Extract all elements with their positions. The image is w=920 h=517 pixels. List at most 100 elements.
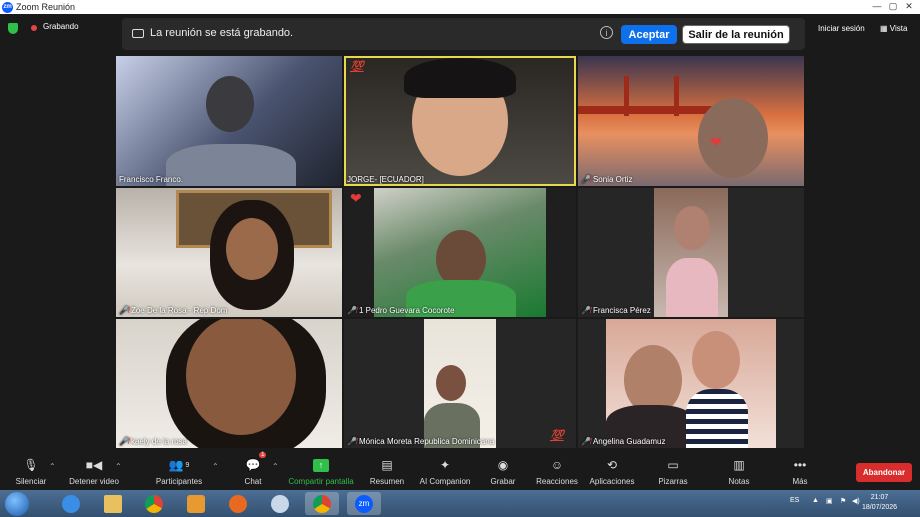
- audio-options-chevron-icon[interactable]: ⌃: [49, 462, 56, 471]
- taskbar-explorer-button[interactable]: [96, 492, 130, 515]
- windows-taskbar: zm ES ▲ ▣ ⚑ ◀) 21:07 18/07/2026: [0, 490, 920, 517]
- participant-name: Francisco Franco.: [119, 175, 184, 184]
- share-screen-label: Compartir pantalla: [288, 477, 354, 486]
- windows-start-icon[interactable]: [5, 492, 29, 516]
- video-options-chevron-icon[interactable]: ⌃: [115, 462, 122, 471]
- leave-meeting-button[interactable]: Salir de la reunión: [682, 25, 790, 44]
- participants-options-chevron-icon[interactable]: ⌃: [212, 462, 219, 471]
- security-shield-icon[interactable]: [8, 23, 18, 34]
- participants-button[interactable]: 👥 9 Participantes: [154, 456, 204, 490]
- chrome-icon: [145, 494, 163, 513]
- info-icon[interactable]: i: [600, 26, 613, 39]
- summary-button[interactable]: ▤ Resumen: [368, 456, 406, 490]
- participant-face: [226, 218, 278, 280]
- zoom-logo-icon: zm: [2, 1, 13, 13]
- video-tile-francisca-perez[interactable]: 🎤̸ Francisca Pérez: [578, 188, 804, 317]
- minimize-button[interactable]: —: [870, 0, 884, 12]
- chat-button[interactable]: 💬 1 Chat: [238, 452, 268, 490]
- mic-muted-icon: 🎤̸: [581, 306, 591, 315]
- accept-button[interactable]: Aceptar: [621, 25, 677, 44]
- video-tile-sonia-ortiz[interactable]: ❤ 🎤̸ Sonia Ortiz: [578, 56, 804, 186]
- participant-name: 🎤̸ Francisca Pérez: [581, 306, 651, 315]
- chat-badge: 1: [259, 452, 267, 458]
- whiteboard-icon: ▭: [667, 458, 679, 472]
- volume-icon[interactable]: ◀): [852, 497, 860, 505]
- video-tile-francisco-franco[interactable]: Francisco Franco.: [116, 56, 342, 186]
- apps-label: Aplicaciones: [589, 477, 635, 486]
- video-tile-kaely-de-la-rosa[interactable]: 🎤̸ kaely de la rosa: [116, 319, 342, 448]
- reactions-button[interactable]: ☺ Reacciones: [535, 456, 579, 490]
- sign-in-link[interactable]: Iniciar sesión: [818, 24, 865, 33]
- taskbar-ie-button[interactable]: [54, 492, 88, 515]
- share-screen-button[interactable]: ↑ Compartir pantalla: [288, 456, 354, 490]
- participant-name: JORGE- [ECUADOR]: [347, 175, 424, 184]
- mic-muted-icon: 🎤̸: [347, 437, 357, 446]
- recording-label: Grabando: [43, 22, 79, 31]
- ai-companion-button[interactable]: ✦ AI Companion: [419, 456, 471, 490]
- recording-banner: La reunión se está grabando. i Aceptar S…: [122, 18, 805, 50]
- video-tile-jorge[interactable]: 💯 JORGE- [ECUADOR]: [344, 56, 576, 186]
- chat-options-chevron-icon[interactable]: ⌃: [272, 462, 279, 471]
- taskbar-clock[interactable]: 21:07 18/07/2026: [862, 493, 897, 513]
- more-button[interactable]: ••• Más: [787, 456, 813, 490]
- tray-up-arrow-icon[interactable]: ▲: [812, 497, 819, 504]
- participants-label: Participantes: [155, 477, 203, 486]
- camera-icon: [132, 29, 144, 38]
- notes-button[interactable]: ▥ Notas: [726, 456, 752, 490]
- language-indicator[interactable]: ES: [790, 497, 799, 504]
- taskbar-media-button[interactable]: [179, 492, 213, 515]
- mic-muted-icon: 🎤̸: [119, 437, 129, 446]
- stop-video-label: Detener video: [69, 477, 119, 486]
- participant-name: 🎤̸ Angelina Guadamuz: [581, 437, 666, 446]
- taskbar-zoom-button[interactable]: zm: [347, 492, 381, 515]
- video-tile-monica-moreta[interactable]: 💯 🎤̸ Mónica Moreta Republica Dominicana: [344, 319, 576, 448]
- taskbar-chrome-button[interactable]: [137, 492, 171, 515]
- video-tile-angelina-guadamuz[interactable]: 🎤̸ Angelina Guadamuz: [578, 319, 804, 448]
- video-camera-icon: ■◀: [85, 458, 103, 472]
- participant-name: 🎤̸ Mónica Moreta Republica Dominicana: [347, 437, 495, 446]
- participant-face: [206, 76, 254, 132]
- meeting-topbar: Grabando La reunión se está grabando. i …: [0, 14, 920, 52]
- network-icon[interactable]: ▣: [826, 497, 833, 505]
- more-label: Más: [792, 477, 808, 486]
- participant-hair: [404, 58, 516, 98]
- mute-button[interactable]: 🎙 Silenciar: [12, 456, 50, 490]
- ai-companion-label: AI Companion: [419, 477, 471, 486]
- participant-face: [674, 206, 710, 250]
- recording-dot-icon: [31, 25, 37, 31]
- recording-message: La reunión se está grabando.: [150, 27, 294, 39]
- mic-muted-icon: 🎤̸: [581, 175, 591, 184]
- mic-muted-icon: 🎤̸: [119, 306, 129, 315]
- window-titlebar: zm Zoom Reunión — ▢ ✕: [0, 0, 920, 14]
- notes-icon: ▥: [733, 458, 745, 472]
- close-button[interactable]: ✕: [902, 0, 916, 12]
- participant-face: [692, 331, 740, 389]
- video-tile-zoe-de-la-rosa[interactable]: 🎤̸ Zoe De la Rosa - Rep Dom: [116, 188, 342, 317]
- participant-face: [698, 98, 768, 178]
- participants-icon: 👥 9: [168, 458, 190, 472]
- flag-icon[interactable]: ⚑: [840, 497, 846, 505]
- apps-button[interactable]: ⟲ Aplicaciones: [588, 456, 636, 490]
- whiteboards-button[interactable]: ▭ Pizarras: [657, 456, 689, 490]
- participant-body: [166, 144, 296, 186]
- stop-video-button[interactable]: ■◀ Detener video: [66, 456, 122, 490]
- bridge-tower: [624, 76, 629, 116]
- media-player-icon: [187, 494, 205, 513]
- leave-button[interactable]: Abandonar: [856, 463, 912, 482]
- video-tile-pedro-guevara[interactable]: ❤ 🎤̸ 1 Pedro Guevara Cocorote: [344, 188, 576, 317]
- taskbar-firefox-button[interactable]: [221, 492, 255, 515]
- view-label: Vista: [889, 24, 908, 33]
- chrome-icon: [313, 494, 331, 513]
- clock-date: 18/07/2026: [862, 504, 898, 511]
- taskbar-paint-button[interactable]: [263, 492, 297, 515]
- view-menu-button[interactable]: ▦ Vista: [880, 24, 907, 33]
- record-button[interactable]: ◉ Grabar: [490, 456, 516, 490]
- microphone-icon: 🎙: [23, 458, 39, 472]
- participant-name: 🎤̸ kaely de la rosa: [119, 437, 187, 446]
- bridge-tower: [674, 76, 679, 116]
- heart-reaction-icon: ❤: [710, 134, 722, 150]
- taskbar-chrome-active-button[interactable]: [305, 492, 339, 515]
- record-label: Grabar: [490, 477, 516, 486]
- participant-name: 🎤̸ Zoe De la Rosa - Rep Dom: [119, 306, 228, 315]
- maximize-button[interactable]: ▢: [886, 0, 900, 12]
